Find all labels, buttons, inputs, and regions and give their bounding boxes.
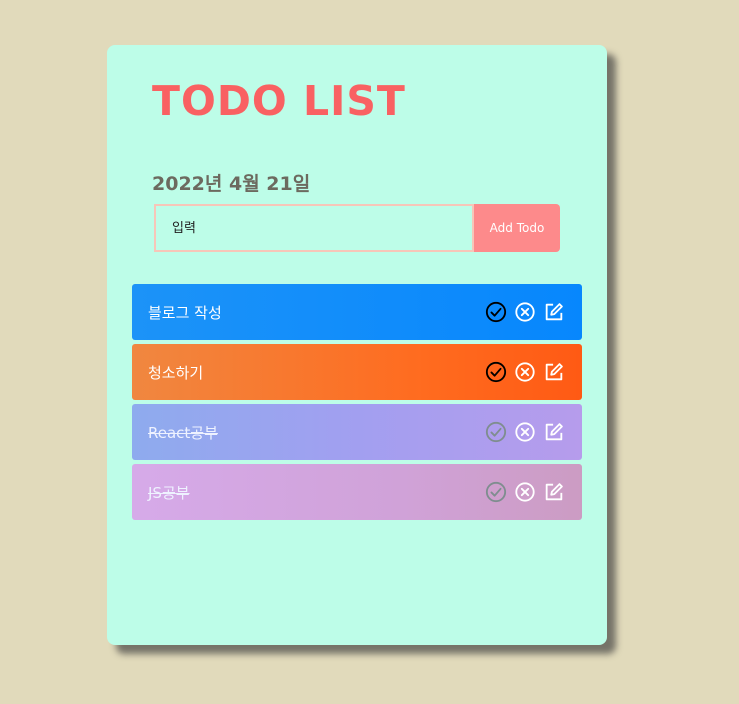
- check-circle-icon[interactable]: [485, 361, 507, 383]
- check-circle-icon[interactable]: [485, 421, 507, 443]
- edit-icon[interactable]: [543, 421, 565, 443]
- todo-actions: [485, 301, 565, 323]
- edit-icon[interactable]: [543, 481, 565, 503]
- page-title: TODO LIST: [152, 77, 406, 125]
- todo-item: 청소하기: [132, 344, 582, 400]
- edit-icon[interactable]: [543, 361, 565, 383]
- todo-list: 블로그 작성 청소하기 React공부 JS공부: [132, 284, 582, 524]
- todo-form: Add Todo: [154, 204, 560, 252]
- todo-item: React공부: [132, 404, 582, 460]
- edit-icon[interactable]: [543, 301, 565, 323]
- check-circle-icon[interactable]: [485, 481, 507, 503]
- todo-text: 청소하기: [148, 363, 204, 382]
- check-circle-icon[interactable]: [485, 301, 507, 323]
- todo-text: React공부: [148, 423, 218, 442]
- x-circle-icon[interactable]: [514, 421, 536, 443]
- current-date: 2022년 4월 21일: [152, 173, 311, 195]
- todo-card: TODO LIST 2022년 4월 21일 Add Todo 블로그 작성 청…: [107, 45, 607, 645]
- todo-actions: [485, 421, 565, 443]
- x-circle-icon[interactable]: [514, 361, 536, 383]
- todo-item: JS공부: [132, 464, 582, 520]
- todo-item: 블로그 작성: [132, 284, 582, 340]
- todo-text: 블로그 작성: [148, 303, 222, 322]
- x-circle-icon[interactable]: [514, 301, 536, 323]
- x-circle-icon[interactable]: [514, 481, 536, 503]
- todo-text: JS공부: [148, 483, 190, 502]
- todo-input[interactable]: [154, 204, 474, 252]
- todo-actions: [485, 481, 565, 503]
- todo-actions: [485, 361, 565, 383]
- add-todo-button[interactable]: Add Todo: [474, 204, 560, 252]
